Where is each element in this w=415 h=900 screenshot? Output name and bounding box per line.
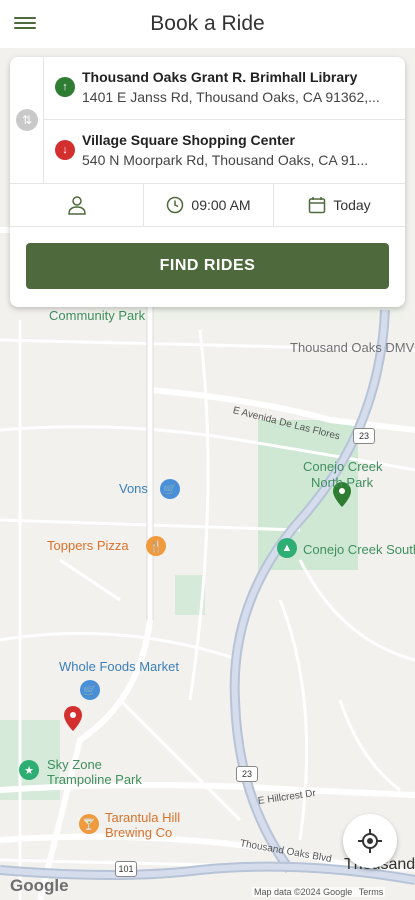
map-data-text: Map data ©2024 Google	[254, 887, 353, 897]
highway-shield: 101	[115, 861, 137, 877]
booking-card: ⇅ ↑ Thousand Oaks Grant R. Brimhall Libr…	[10, 57, 405, 307]
rider-selector[interactable]	[10, 184, 144, 226]
swap-locations-icon[interactable]: ⇅	[16, 109, 38, 131]
place-label[interactable]: North Park	[311, 475, 373, 490]
place-label[interactable]: Vons	[119, 481, 148, 496]
park-icon[interactable]: ▲	[277, 538, 297, 558]
ride-options-row: 09:00 AM Today	[10, 183, 405, 227]
destination-address: 540 N Moorpark Rd, Thousand Oaks, CA 91.…	[82, 152, 369, 168]
map-attribution: Map data ©2024 Google Terms	[252, 887, 386, 897]
crosshair-icon	[358, 829, 382, 853]
terms-link[interactable]: Terms	[359, 887, 384, 897]
calendar-icon	[309, 197, 326, 214]
place-label[interactable]: Whole Foods Market	[59, 659, 179, 674]
arrow-down-icon: ↓	[55, 140, 75, 160]
attraction-icon[interactable]: ★	[19, 760, 39, 780]
google-logo: Google	[10, 876, 69, 895]
time-value: 09:00 AM	[191, 197, 251, 213]
destination-name: Village Square Shopping Center	[82, 132, 295, 148]
date-value: Today	[333, 197, 371, 213]
destination-field[interactable]: ↓ Village Square Shopping Center 540 N M…	[44, 120, 405, 183]
clock-icon	[167, 196, 184, 214]
app-header: Book a Ride	[0, 0, 415, 48]
place-label[interactable]: Thousand Oaks DMV	[290, 340, 414, 355]
date-selector[interactable]: Today	[274, 184, 405, 226]
swap-column: ⇅	[10, 57, 44, 183]
place-label[interactable]: Conejo Creek	[303, 459, 383, 474]
place-label[interactable]: Conejo Creek South	[303, 542, 415, 557]
destination-map-pin	[64, 706, 82, 731]
bar-icon[interactable]: 🍸	[79, 814, 99, 834]
my-location-button[interactable]	[343, 814, 397, 868]
find-rides-button[interactable]: FIND RIDES	[26, 243, 389, 289]
shopping-cart-icon[interactable]: 🛒	[160, 479, 180, 499]
place-label[interactable]: Sky Zone	[47, 757, 102, 772]
highway-shield: 23	[353, 428, 375, 444]
place-label[interactable]: Community Park	[49, 308, 145, 323]
shopping-cart-icon[interactable]: 🛒	[80, 680, 100, 700]
highway-shield: 23	[236, 766, 258, 782]
arrow-up-icon: ↑	[55, 77, 75, 97]
origin-address: 1401 E Janss Rd, Thousand Oaks, CA 91362…	[82, 89, 380, 105]
person-icon	[67, 196, 86, 215]
restaurant-icon[interactable]: 🍴	[146, 536, 166, 556]
place-label[interactable]: Toppers Pizza	[47, 538, 129, 553]
place-label[interactable]: Tarantula Hill	[105, 810, 180, 825]
page-title: Book a Ride	[150, 12, 265, 35]
origin-name: Thousand Oaks Grant R. Brimhall Library	[82, 69, 358, 85]
place-label[interactable]: Brewing Co	[105, 825, 172, 840]
place-label[interactable]: Trampoline Park	[47, 772, 142, 787]
origin-field[interactable]: ↑ Thousand Oaks Grant R. Brimhall Librar…	[44, 57, 405, 120]
time-selector[interactable]: 09:00 AM	[144, 184, 274, 226]
